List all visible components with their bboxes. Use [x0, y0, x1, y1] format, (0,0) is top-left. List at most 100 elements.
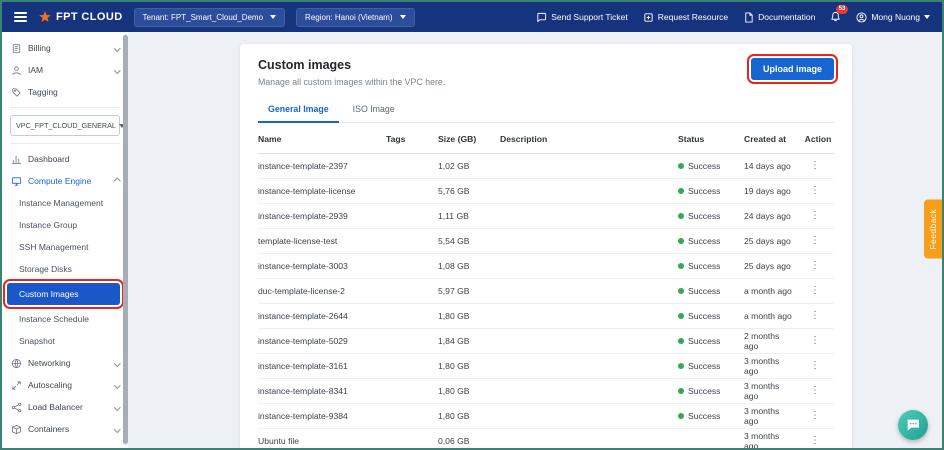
- image-name[interactable]: instance-template-5029: [258, 336, 386, 346]
- documentation-link[interactable]: Documentation: [743, 12, 815, 23]
- sidebar-item-tagging[interactable]: Tagging: [2, 81, 128, 103]
- row-actions-button[interactable]: ⋮: [802, 360, 834, 372]
- table-row: instance-template-3003 1,08 GB Success 2…: [258, 254, 834, 279]
- sidebar-item-instance-group[interactable]: Instance Group: [2, 214, 128, 236]
- support-chat-button[interactable]: [898, 410, 928, 440]
- image-size: 1,80 GB: [438, 411, 500, 421]
- table-row: instance-template-2939 1,11 GB Success 2…: [258, 204, 834, 229]
- brand-logo[interactable]: FPT CLOUD: [38, 10, 123, 24]
- image-size: 1,84 GB: [438, 336, 500, 346]
- sidebar-item-storage-disks[interactable]: Storage Disks: [2, 258, 128, 280]
- row-actions-button[interactable]: ⋮: [802, 260, 834, 272]
- chevron-down-icon: [400, 15, 406, 19]
- created-at: 25 days ago: [744, 236, 802, 246]
- image-size: 0,06 GB: [438, 436, 500, 446]
- image-name[interactable]: instance-template-2397: [258, 161, 386, 171]
- row-actions-button[interactable]: ⋮: [802, 185, 834, 197]
- sidebar-item-snapshot[interactable]: Snapshot: [2, 330, 128, 352]
- success-dot-icon: [678, 188, 684, 194]
- avatar-icon: [856, 12, 867, 23]
- image-name[interactable]: template-license-test: [258, 236, 386, 246]
- sidebar-item-networking[interactable]: Networking: [2, 352, 128, 374]
- app-window: FPT CLOUD Tenant: FPT_Smart_Cloud_Demo R…: [0, 0, 944, 450]
- feedback-tab[interactable]: Feedback: [924, 200, 942, 259]
- image-name[interactable]: instance-template-8341: [258, 386, 386, 396]
- success-dot-icon: [678, 213, 684, 219]
- table-row: instance-template-9384 1,80 GB Success 3…: [258, 404, 834, 429]
- documentation-icon: [743, 12, 754, 23]
- row-actions-button[interactable]: ⋮: [802, 410, 834, 422]
- image-size: 1,80 GB: [438, 386, 500, 396]
- row-actions-button[interactable]: ⋮: [802, 435, 834, 447]
- row-actions-button[interactable]: ⋮: [802, 210, 834, 222]
- image-name[interactable]: instance-template-2939: [258, 211, 386, 221]
- image-size: 1,80 GB: [438, 311, 500, 321]
- success-dot-icon: [678, 388, 684, 394]
- image-name[interactable]: instance-template-3003: [258, 261, 386, 271]
- status-badge: Success: [678, 161, 744, 171]
- sidebar-item-containers[interactable]: Containers: [2, 418, 128, 440]
- image-name[interactable]: instance-template-9384: [258, 411, 386, 421]
- sidebar-item-billing[interactable]: Billing: [2, 37, 128, 59]
- sidebar-item-iam[interactable]: IAM: [2, 59, 128, 81]
- row-actions-button[interactable]: ⋮: [802, 235, 834, 247]
- image-name[interactable]: instance-template-2644: [258, 311, 386, 321]
- image-name[interactable]: Ubuntu file: [258, 436, 386, 446]
- user-menu[interactable]: Mong Nuong: [856, 12, 930, 23]
- menu-icon[interactable]: [14, 12, 27, 22]
- tab-iso-image[interactable]: ISO Image: [343, 98, 405, 122]
- compute-engine-icon: [11, 176, 22, 187]
- tenant-selector[interactable]: Tenant: FPT_Smart_Cloud_Demo: [134, 8, 286, 27]
- row-actions-button[interactable]: ⋮: [802, 160, 834, 172]
- row-actions-button[interactable]: ⋮: [802, 285, 834, 297]
- row-actions-button[interactable]: ⋮: [802, 310, 834, 322]
- status-badge: Success: [678, 211, 744, 221]
- send-support-ticket-link[interactable]: Send Support Ticket: [536, 12, 628, 23]
- created-at: 3 months ago: [744, 406, 802, 427]
- request-resource-link[interactable]: Request Resource: [643, 12, 728, 23]
- created-at: 14 days ago: [744, 161, 802, 171]
- created-at: a month ago: [744, 286, 802, 296]
- image-size: 1,11 GB: [438, 211, 500, 221]
- row-actions-button[interactable]: ⋮: [802, 385, 834, 397]
- page-title: Custom images: [258, 58, 445, 72]
- sidebar-item-ssh-management[interactable]: SSH Management: [2, 236, 128, 258]
- notification-badge: 53: [836, 5, 849, 14]
- sidebar-item-dashboard[interactable]: Dashboard: [2, 148, 128, 170]
- sidebar: Billing IAM Tagging VPC_FPT_CLOUD_GENERA…: [2, 32, 128, 448]
- iam-icon: [11, 65, 22, 76]
- table-row: instance-template-2644 1,80 GB Success a…: [258, 304, 834, 329]
- status-badge: Success: [678, 411, 744, 421]
- user-name: Mong Nuong: [871, 12, 920, 22]
- sidebar-item-compute-engine[interactable]: Compute Engine: [2, 170, 128, 192]
- networking-icon: [11, 358, 22, 369]
- request-resource-icon: [643, 12, 654, 23]
- success-dot-icon: [678, 263, 684, 269]
- image-name[interactable]: duc-template-license-2: [258, 286, 386, 296]
- region-selector[interactable]: Region: Hanoi (Vietnam): [296, 8, 414, 27]
- divider: [10, 107, 120, 108]
- page-subtitle: Manage all custom images within the VPC …: [258, 77, 445, 87]
- sidebar-item-load-balancer[interactable]: Load Balancer: [2, 396, 128, 418]
- image-name[interactable]: instance-template-license: [258, 186, 386, 196]
- success-dot-icon: [678, 238, 684, 244]
- chevron-down-icon: [114, 426, 120, 432]
- success-dot-icon: [678, 338, 684, 344]
- tab-general-image[interactable]: General Image: [258, 98, 339, 123]
- billing-icon: [11, 43, 22, 54]
- created-at: a month ago: [744, 311, 802, 321]
- tenant-label: Tenant: FPT_Smart_Cloud_Demo: [143, 13, 264, 22]
- sidebar-item-autoscaling[interactable]: Autoscaling: [2, 374, 128, 396]
- chevron-down-icon: [114, 404, 120, 410]
- image-name[interactable]: instance-template-3161: [258, 361, 386, 371]
- chevron-down-icon: [114, 360, 120, 366]
- upload-image-button[interactable]: Upload image: [751, 58, 834, 80]
- table-row: instance-template-5029 1,84 GB Success 2…: [258, 329, 834, 354]
- row-actions-button[interactable]: ⋮: [802, 335, 834, 347]
- sidebar-item-instance-schedule[interactable]: Instance Schedule: [2, 308, 128, 330]
- notifications-button[interactable]: 53: [830, 11, 841, 24]
- image-size: 5,76 GB: [438, 186, 500, 196]
- vpc-selector[interactable]: VPC_FPT_CLOUD_GENERAL: [10, 115, 120, 136]
- sidebar-item-instance-management[interactable]: Instance Management: [2, 192, 128, 214]
- sidebar-item-custom-images[interactable]: Custom Images: [7, 283, 120, 305]
